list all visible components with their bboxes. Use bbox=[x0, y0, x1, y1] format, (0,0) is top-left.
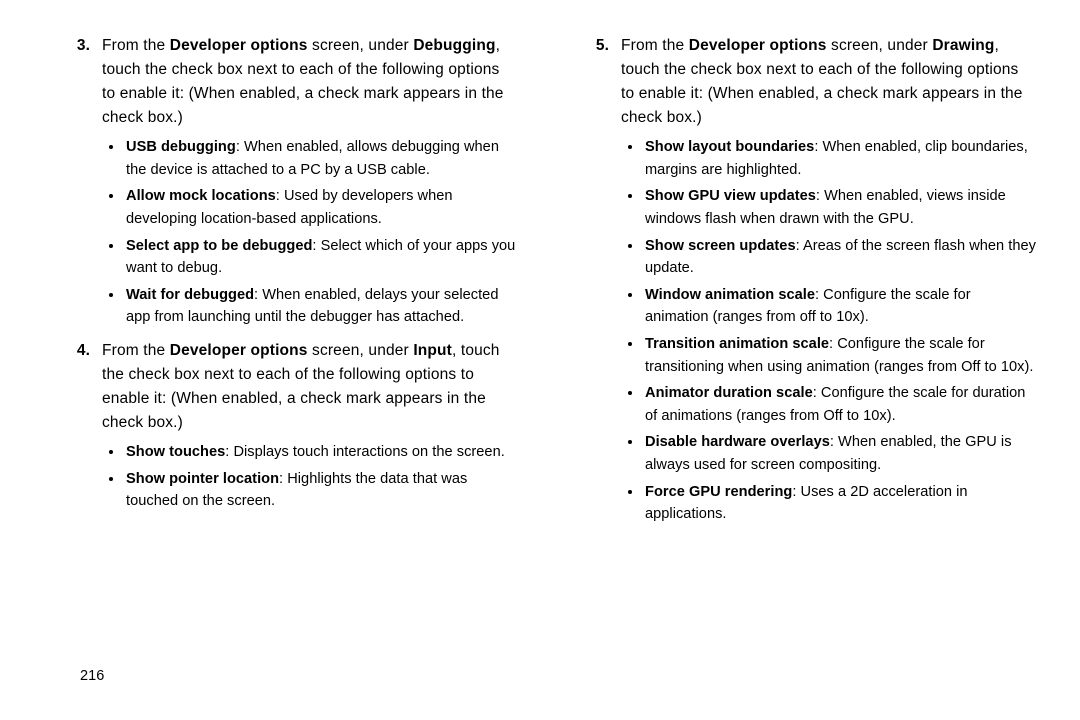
t: Input bbox=[413, 342, 452, 359]
step-number: 5. bbox=[579, 34, 621, 130]
list-item: Wait for debugged: When enabled, delays … bbox=[124, 284, 517, 329]
t: Developer options bbox=[170, 37, 308, 54]
t: Developer options bbox=[689, 37, 827, 54]
list-item: Show screen updates: Areas of the screen… bbox=[643, 235, 1036, 280]
t: Transition animation scale bbox=[645, 336, 829, 352]
t: Force GPU rendering bbox=[645, 484, 792, 500]
t: Window animation scale bbox=[645, 287, 815, 303]
t: Debugging bbox=[413, 37, 495, 54]
t: Show screen updates bbox=[645, 238, 796, 254]
step-number: 3. bbox=[60, 34, 102, 130]
t: Animator duration scale bbox=[645, 385, 813, 401]
list-item: Force GPU rendering: Uses a 2D accelerat… bbox=[643, 481, 1036, 526]
t: From the bbox=[102, 37, 170, 54]
t: screen, under bbox=[312, 37, 413, 54]
step-5-bullets: Show layout boundaries: When enabled, cl… bbox=[571, 136, 1036, 526]
step-number: 4. bbox=[60, 339, 102, 435]
page-number: 216 bbox=[80, 665, 104, 687]
step-4-bullets: Show touches: Displays touch interaction… bbox=[52, 441, 517, 513]
t: Show pointer location bbox=[126, 471, 279, 487]
left-column: 3. From the Developer options screen, un… bbox=[52, 34, 517, 536]
step-5: 5. From the Developer options screen, un… bbox=[579, 34, 1036, 130]
step-body: From the Developer options screen, under… bbox=[621, 34, 1036, 130]
list-item: Show pointer location: Highlights the da… bbox=[124, 468, 517, 513]
t: screen, under bbox=[831, 37, 932, 54]
list-item: Disable hardware overlays: When enabled,… bbox=[643, 431, 1036, 476]
list-item: Animator duration scale: Configure the s… bbox=[643, 382, 1036, 427]
list-item: Show touches: Displays touch interaction… bbox=[124, 441, 517, 464]
t: Select app to be debugged bbox=[126, 238, 312, 254]
t: Wait for debugged bbox=[126, 287, 254, 303]
step-body: From the Developer options screen, under… bbox=[102, 339, 517, 435]
step-3-bullets: USB debugging: When enabled, allows debu… bbox=[52, 136, 517, 329]
t: : Displays touch interactions on the scr… bbox=[225, 444, 505, 460]
step-body: From the Developer options screen, under… bbox=[102, 34, 517, 130]
list-item: Transition animation scale: Configure th… bbox=[643, 333, 1036, 378]
t: Show touches bbox=[126, 444, 225, 460]
t: Allow mock locations bbox=[126, 188, 276, 204]
step-4: 4. From the Developer options screen, un… bbox=[60, 339, 517, 435]
list-item: USB debugging: When enabled, allows debu… bbox=[124, 136, 517, 181]
t: Disable hardware overlays bbox=[645, 434, 830, 450]
list-item: Allow mock locations: Used by developers… bbox=[124, 185, 517, 230]
t: screen, under bbox=[312, 342, 413, 359]
list-item: Show layout boundaries: When enabled, cl… bbox=[643, 136, 1036, 181]
t: USB debugging bbox=[126, 139, 236, 155]
list-item: Window animation scale: Configure the sc… bbox=[643, 284, 1036, 329]
list-item: Show GPU view updates: When enabled, vie… bbox=[643, 185, 1036, 230]
t: Developer options bbox=[170, 342, 308, 359]
right-column: 5. From the Developer options screen, un… bbox=[571, 34, 1036, 536]
list-item: Select app to be debugged: Select which … bbox=[124, 235, 517, 280]
t: From the bbox=[102, 342, 170, 359]
t: Show layout boundaries bbox=[645, 139, 814, 155]
t: From the bbox=[621, 37, 689, 54]
t: Show GPU view updates bbox=[645, 188, 816, 204]
t: Drawing bbox=[932, 37, 994, 54]
step-3: 3. From the Developer options screen, un… bbox=[60, 34, 517, 130]
